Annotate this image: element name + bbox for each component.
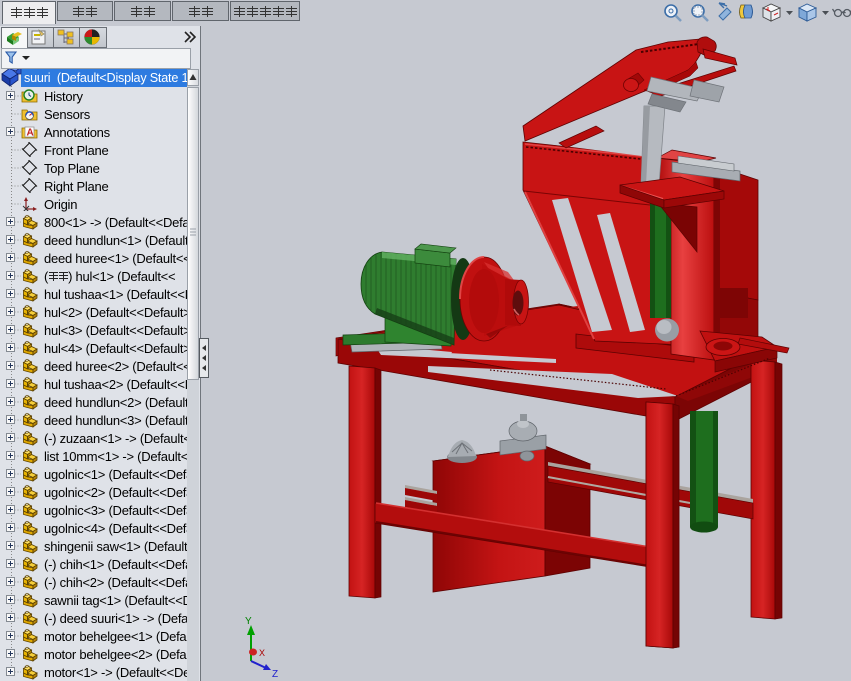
svg-text:X: X xyxy=(259,648,265,658)
svg-text:Y: Y xyxy=(245,616,252,627)
svg-text:Z: Z xyxy=(272,669,278,680)
svg-text:A: A xyxy=(27,128,34,139)
